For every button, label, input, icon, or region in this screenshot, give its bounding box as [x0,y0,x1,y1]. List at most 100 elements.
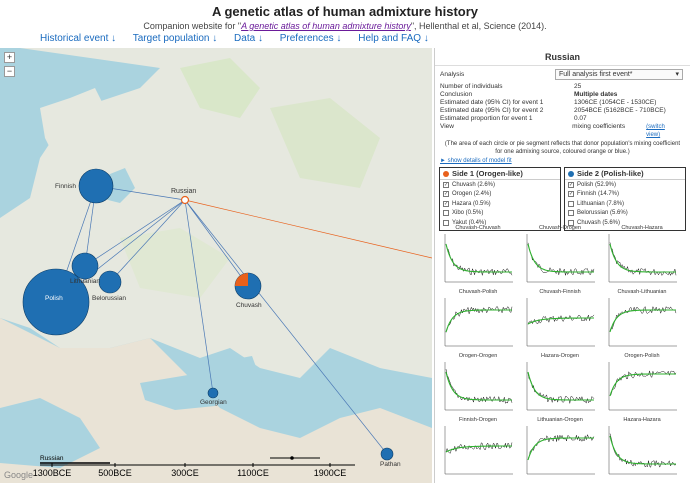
side2-header: Side 2 (Polish-like) [565,168,685,180]
plot-observed-line [609,370,677,397]
coancestry-plot: Chuvash-Chuvash [441,225,515,287]
sides-container: Side 1 (Orogen-like) ✓ Chuvash (2.6%) ✓ Oro… [439,167,686,231]
plot-canvas [608,234,677,283]
checkbox[interactable]: ✓ [568,181,574,188]
checkbox[interactable] [443,210,449,217]
plot-observed-line [445,243,513,276]
side1-item[interactable]: ✓ Hazara (0.5%) [440,199,560,209]
top-nav: Historical event ↓ Target population ↓ D… [40,33,443,44]
plot-title: Lithuanian-Orogen [537,417,583,423]
plot-fitted-line [445,243,512,273]
page-header: A genetic atlas of human admixture histo… [0,0,690,48]
plot-canvas [444,426,513,475]
checkbox[interactable]: ✓ [443,181,449,188]
plot-observed-line [445,369,513,404]
timeline-tick-label: 1900CE [314,468,347,478]
nav-historical-event[interactable]: Historical event ↓ [40,33,116,44]
plot-title: Chuvash-Lithuanian [617,289,667,295]
info-row: View mixing coefficients (switch view) [440,123,685,139]
analysis-label: Analysis [440,71,465,78]
mixing-note: (The area of each circle or pie segment … [444,141,681,155]
checkbox[interactable] [568,200,574,207]
checkbox[interactable]: ✓ [443,200,449,207]
side1-item[interactable]: ✓ Chuvash (2.6%) [440,180,560,190]
side1-header: Side 1 (Orogen-like) [440,168,560,180]
plot-title: Hazara-Orogen [541,353,579,359]
map-label-finnish: Finnish [55,183,76,190]
pop-circle-finnish [78,168,114,204]
side1-color-icon [443,170,449,177]
side1-item-label: Orogen (2.4%) [452,191,492,198]
google-watermark: Google [4,470,33,480]
pop-circle-belorussian [98,270,122,294]
nav-data[interactable]: Data ↓ [234,33,263,44]
plot-canvas [608,362,677,411]
side2-item-label: Lithuanian (7.8%) [577,200,625,207]
plot-fitted-line [527,371,594,401]
admixture-map[interactable]: Finnish Polish Lithuanian Belorussian Ch… [0,48,432,483]
plot-title: Hazara-Hazara [623,417,661,423]
map-label-georgian: Georgian [200,399,227,406]
summary-info: Number of individuals 25 Conclusion Multip… [435,83,690,139]
checkbox[interactable] [568,210,574,217]
zoom-in-button[interactable]: + [4,52,15,63]
checkbox[interactable]: ✓ [443,191,449,198]
timeline-tick-label: 1300BCE [33,468,72,478]
plot-observed-line [527,242,595,276]
show-details-link[interactable]: ► show details of model fit [435,158,690,164]
side2-color-icon [568,170,574,177]
map-label-target: Russian [171,188,196,195]
side2-item-label: Belorussian (5.6%) [577,210,628,217]
pop-circle-lithuanian [71,252,99,280]
details-panel: Russian Analysis Full analysis first eve… [434,48,690,483]
side2-item[interactable]: Lithuanian (7.8%) [565,199,685,209]
map-canvas: Finnish Polish Lithuanian Belorussian Ch… [0,48,432,483]
side2-item-label: Polish (52.9%) [577,181,617,188]
side2-list: Side 2 (Polish-like) ✓ Polish (52.9%) ✓ Fin… [564,167,686,231]
subtitle-suffix: ", Hellenthal et al, Science (2014). [410,21,547,31]
side1-item-label: Hazara (0.5%) [452,200,491,207]
target-marker-russian [180,195,190,205]
timeline-axis: Russian 1300BCE 500BCE 300CE 1100CE 1900CE [33,455,355,478]
side2-item[interactable]: Belorussian (5.6%) [565,209,685,219]
pop-circle-georgian [207,387,219,399]
side1-list: Side 1 (Orogen-like) ✓ Chuvash (2.6%) ✓ Oro… [439,167,561,231]
map-label-belorussian: Belorussian [92,295,126,302]
plot-fitted-line [609,309,676,333]
paper-link[interactable]: A genetic atlas of human admixture histo… [241,21,411,31]
info-row: Number of individuals 25 [440,83,582,90]
coancestry-plot: Hazara-Orogen [523,353,597,415]
nav-target-population[interactable]: Target population ↓ [133,33,218,44]
analysis-select[interactable]: Full analysis first event* [555,69,683,80]
timeline-tick-label: 500BCE [98,468,132,478]
plot-title: Chuvash-Hazara [621,225,663,231]
side1-item-label: Chuvash (2.6%) [452,181,496,188]
map-label-chuvash: Chuvash [236,302,262,309]
timeline[interactable]: Russian 1300BCE 500BCE 300CE 1100CE 1900CE [30,452,430,482]
plot-canvas [608,298,677,347]
coancestry-plot: Chuvash-Finnish [523,289,597,351]
side2-item[interactable]: ✓ Finnish (14.7%) [565,190,685,200]
plot-canvas [526,362,595,411]
zoom-out-button[interactable]: − [4,66,15,77]
map-label-lithuanian: Lithuanian [70,278,100,285]
panel-title: Russian [435,48,690,66]
nav-preferences[interactable]: Preferences ↓ [280,33,342,44]
timeline-tick-label: 300CE [171,468,199,478]
plot-canvas [444,298,513,347]
side1-item[interactable]: ✓ Orogen (2.4%) [440,190,560,200]
plot-title: Chuvash-Polish [458,289,498,295]
switch-view-link[interactable]: (switch view) [641,123,685,139]
analysis-row: Analysis Full analysis first event* [435,66,690,83]
coancestry-plot: Chuvash-Hazara [605,225,679,287]
plot-title: Orogen-Orogen [458,353,498,359]
plot-title: Chuvash-Orogen [539,225,581,231]
side2-item[interactable]: ✓ Polish (52.9%) [565,180,685,190]
info-row: Conclusion Multiple dates [440,91,618,98]
nav-help-faq[interactable]: Help and FAQ ↓ [358,33,429,44]
side1-item-label: Xibo (0.5%) [452,210,484,217]
info-row: Estimated date (95% CI) for event 2 2054B… [440,107,666,114]
side1-item[interactable]: Xibo (0.5%) [440,209,560,219]
checkbox[interactable]: ✓ [568,191,574,198]
coancestry-plots: Chuvash-Chuvash Chuvash-Orogen Chuvash-Haz… [441,225,687,483]
